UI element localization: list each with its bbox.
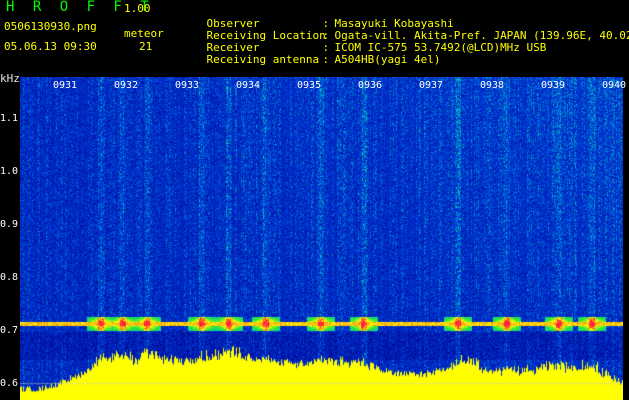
x-tick-label: 0934 xyxy=(236,80,261,91)
y-tick-label: 0.9 xyxy=(0,219,19,231)
x-tick-label: 0931 xyxy=(53,80,78,91)
x-tick-label: 0933 xyxy=(175,80,200,91)
x-tick-label: 0939 xyxy=(541,80,566,91)
antenna-label: Receiving antenna xyxy=(206,53,320,66)
x-tick-label: 0937 xyxy=(419,80,444,91)
meteor-count-label: meteor xyxy=(124,27,164,40)
y-axis-unit-label: kHz xyxy=(0,72,20,85)
y-tick-label: 0.6 xyxy=(0,378,19,390)
observation-time: 05.06.13 09:30 xyxy=(4,40,97,53)
separator: : xyxy=(322,53,330,66)
spectrogram xyxy=(20,77,623,400)
x-tick-label: 0935 xyxy=(297,80,322,91)
app-version: 1.00 xyxy=(124,2,151,15)
y-tick-label: 1.1 xyxy=(0,113,19,125)
y-tick-label: 1.0 xyxy=(0,166,19,178)
antenna-row: Receiving antenna: A504HB(yagi 4el) xyxy=(180,40,441,79)
x-tick-label: 0936 xyxy=(358,80,383,91)
y-tick-label: 0.7 xyxy=(0,325,19,337)
x-tick-label: 0940 xyxy=(602,80,627,91)
y-tick-label: 0.8 xyxy=(0,272,19,284)
x-tick-label: 0932 xyxy=(114,80,139,91)
header-panel: H R O F F T 1.00 0506130930.png 05.06.13… xyxy=(0,0,629,74)
x-tick-label: 0938 xyxy=(480,80,505,91)
antenna-value: A504HB(yagi 4el) xyxy=(334,53,441,66)
meteor-count-value: 21 xyxy=(139,40,153,53)
file-name: 0506130930.png xyxy=(4,20,97,33)
